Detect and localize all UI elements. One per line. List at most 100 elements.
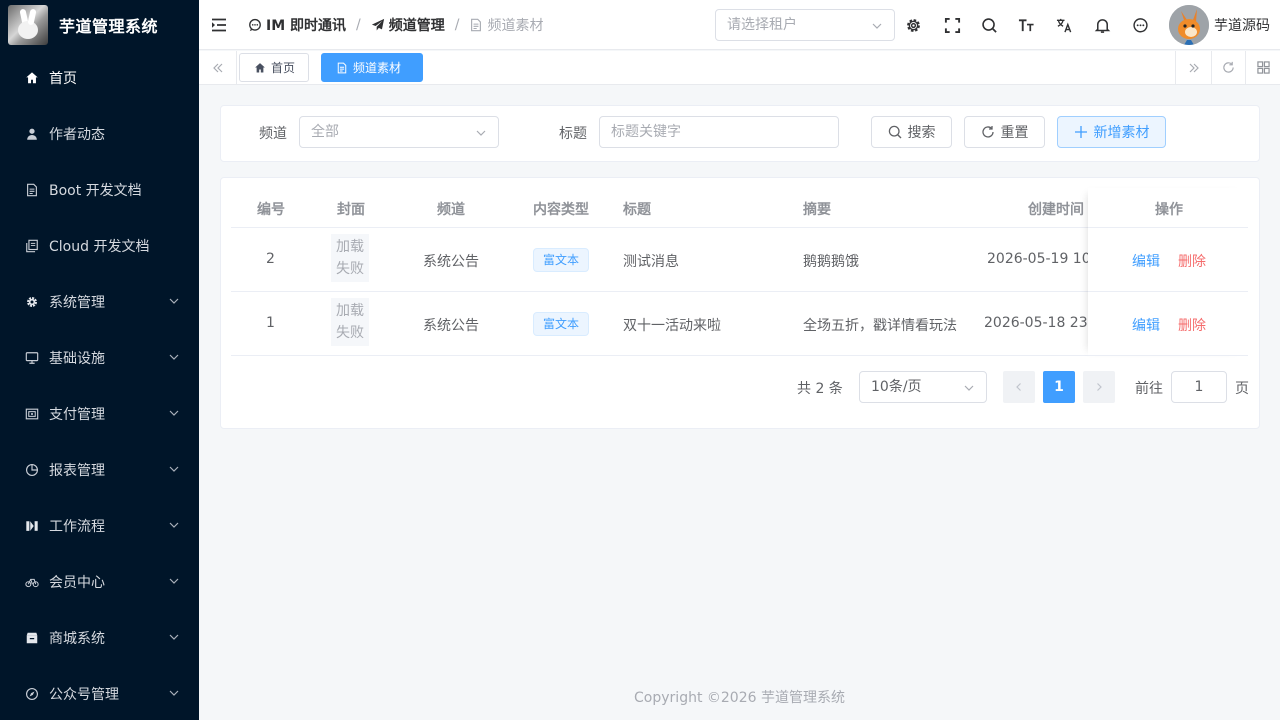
breadcrumb-separator: / <box>356 17 361 33</box>
search-icon[interactable] <box>980 16 998 34</box>
content-type-badge: 富文本 <box>533 248 590 272</box>
chevron-down-icon <box>169 298 179 304</box>
sidebar-item-label: 首页 <box>49 71 77 87</box>
channel-select[interactable]: 全部 <box>299 116 499 148</box>
fullscreen-icon[interactable] <box>943 16 961 34</box>
sidebar-item-boot-docs[interactable]: Boot 开发文档 <box>0 162 199 218</box>
plus-icon <box>1074 126 1087 138</box>
cell-title: 测试消息 <box>623 254 679 270</box>
app-title: 芋道管理系统 <box>59 17 159 36</box>
title-search-input[interactable]: 标题关键字 <box>599 116 839 148</box>
sidebar-item-label: 作者动态 <box>49 127 105 143</box>
chevron-down-icon <box>169 578 179 584</box>
sidebar-item-label: 支付管理 <box>49 407 105 423</box>
column-header-summary: 摘要 <box>803 202 831 218</box>
avatar[interactable] <box>1169 5 1209 45</box>
content-type-badge: 富文本 <box>533 312 590 336</box>
logo[interactable]: 芋道管理系统 <box>0 0 199 50</box>
fixed-actions-column: 操作 编辑 删除 编辑 删除 <box>1088 188 1248 356</box>
tab-home[interactable]: 首页 <box>239 53 310 82</box>
scroll-right-icon[interactable] <box>1175 51 1211 84</box>
column-header-title: 标题 <box>623 202 651 218</box>
goto-page-input[interactable]: 1 <box>1171 371 1227 403</box>
settings-gear-icon[interactable] <box>904 16 922 34</box>
search-button[interactable]: 搜索 <box>871 116 952 148</box>
chevron-down-icon <box>169 522 179 528</box>
sidebar-item-infra[interactable]: 基础设施 <box>0 330 199 386</box>
cell-summary: 鹅鹅鹅饿 <box>803 254 859 270</box>
page-number-button[interactable]: 1 <box>1043 371 1075 403</box>
logo-image <box>8 5 48 45</box>
sidebar-item-workflow[interactable]: 工作流程 <box>0 498 199 554</box>
page-size-select[interactable]: 10条/页 <box>859 371 987 403</box>
top-header: IM 即时通讯 / 频道管理 / 频道素材 请选择租户 芋道源码 <box>199 0 1280 50</box>
chat-icon <box>249 18 261 32</box>
grid-menu-icon[interactable] <box>1245 51 1280 84</box>
user-name[interactable]: 芋道源码 <box>1214 15 1270 35</box>
home-icon <box>24 70 40 86</box>
message-icon[interactable] <box>1131 16 1149 34</box>
payment-icon <box>24 406 40 422</box>
breadcrumb-item[interactable]: 频道管理 <box>371 15 445 35</box>
chevron-down-icon <box>169 690 179 696</box>
workflow-icon <box>24 518 40 534</box>
chevron-down-icon <box>872 23 882 29</box>
sidebar-item-mall[interactable]: 商城系统 <box>0 610 199 666</box>
chevron-down-icon <box>964 385 974 391</box>
sidebar-item-mp[interactable]: 公众号管理 <box>0 666 199 720</box>
breadcrumb: IM 即时通讯 / 频道管理 / 频道素材 <box>248 0 543 50</box>
tags-view-bar: 首页 频道素材 <box>199 51 1280 85</box>
refresh-icon[interactable] <box>1211 51 1245 84</box>
sidebar-item-label: 报表管理 <box>49 463 105 479</box>
column-header-actions: 操作 <box>1155 202 1183 218</box>
chevron-down-icon <box>169 410 179 416</box>
sidebar-item-reports[interactable]: 报表管理 <box>0 442 199 498</box>
prev-page-button[interactable] <box>1003 371 1035 403</box>
sidebar-item-label: Boot 开发文档 <box>49 183 142 199</box>
chevron-right-icon <box>1097 383 1102 391</box>
column-header-cover: 封面 <box>337 202 365 218</box>
column-header-id: 编号 <box>257 202 285 218</box>
gear-icon <box>24 294 40 310</box>
scroll-left-icon[interactable] <box>199 51 237 84</box>
sidebar-item-author-news[interactable]: 作者动态 <box>0 106 199 162</box>
font-size-icon[interactable] <box>1017 16 1035 34</box>
sidebar-item-system[interactable]: 系统管理 <box>0 274 199 330</box>
cell-id: 2 <box>266 251 275 267</box>
delete-button[interactable]: 删除 <box>1178 315 1206 335</box>
bell-icon[interactable] <box>1093 16 1111 34</box>
sidebar-item-cloud-docs[interactable]: Cloud 开发文档 <box>0 218 199 274</box>
compass-icon <box>24 686 40 702</box>
search-icon <box>888 125 901 139</box>
avatar-illustration <box>1169 5 1209 45</box>
tenant-select[interactable]: 请选择租户 <box>715 9 895 41</box>
paper-plane-icon <box>371 18 384 31</box>
document-icon <box>24 182 40 198</box>
monitor-icon <box>24 350 40 366</box>
edit-button[interactable]: 编辑 <box>1132 251 1160 271</box>
breadcrumb-item[interactable]: IM 即时通讯 <box>248 15 346 35</box>
sidebar-item-label: 会员中心 <box>49 575 105 591</box>
sidebar-item-payment[interactable]: 支付管理 <box>0 386 199 442</box>
delete-button[interactable]: 删除 <box>1178 251 1206 271</box>
table-divider <box>1088 291 1248 292</box>
edit-button[interactable]: 编辑 <box>1132 315 1160 335</box>
cover-image-failed[interactable]: 加载 失败 <box>331 298 369 346</box>
tab-channel-material[interactable]: 频道素材 <box>321 53 423 82</box>
goto-unit: 页 <box>1235 381 1249 397</box>
user-icon <box>24 126 40 142</box>
next-page-button[interactable] <box>1083 371 1115 403</box>
cover-image-failed[interactable]: 加载 失败 <box>331 234 369 282</box>
translate-icon[interactable] <box>1055 16 1073 34</box>
tenant-select-placeholder: 请选择租户 <box>727 17 797 33</box>
hamburger-menu-icon[interactable] <box>211 17 227 33</box>
chevron-down-icon <box>476 130 486 136</box>
sidebar-item-member[interactable]: 会员中心 <box>0 554 199 610</box>
sidebar-item-label: Cloud 开发文档 <box>49 239 150 255</box>
sidebar-item-label: 公众号管理 <box>49 687 119 703</box>
footer-copyright: Copyright ©2026 芋道管理系统 <box>634 690 845 706</box>
reset-button[interactable]: 重置 <box>964 116 1045 148</box>
pagination-total: 共 2 条 <box>797 381 843 397</box>
sidebar-item-home[interactable]: 首页 <box>0 50 199 106</box>
add-material-button[interactable]: 新增素材 <box>1057 116 1166 148</box>
